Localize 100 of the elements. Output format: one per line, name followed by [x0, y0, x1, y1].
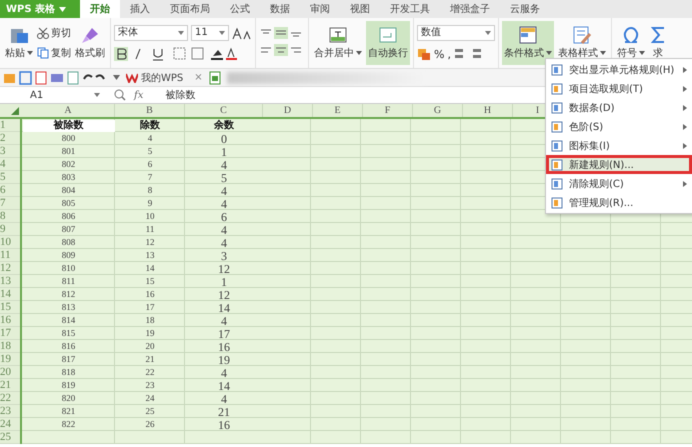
table-cell: 16 [218, 340, 230, 352]
menu-item[interactable]: 数据条(D) [546, 98, 692, 117]
table-pencil-icon [572, 26, 592, 44]
row-header[interactable]: 17 [0, 327, 20, 340]
row-header[interactable]: 12 [0, 262, 20, 275]
table-cell: 19 [218, 354, 230, 366]
number-format-field[interactable]: 数值 [417, 25, 495, 41]
merge-center-button[interactable]: 合并居中 [312, 21, 364, 65]
row-header[interactable]: 5 [0, 171, 20, 184]
row-header[interactable]: 22 [0, 392, 20, 405]
row-header[interactable]: 3 [0, 145, 20, 158]
row-header[interactable]: 24 [0, 418, 20, 431]
name-box[interactable]: A1 [0, 90, 106, 100]
ribbon-tab[interactable]: 公式 [220, 0, 260, 18]
table-cell: 21 [218, 406, 230, 418]
row-header[interactable]: 13 [0, 275, 20, 288]
table-cell: 16 [146, 289, 154, 300]
row-header[interactable]: 23 [0, 405, 20, 418]
row-header[interactable]: 10 [0, 236, 20, 249]
menu-item[interactable]: 新建规则(N)... [546, 155, 692, 174]
row-header[interactable]: 1 [0, 119, 20, 132]
column-header[interactable]: A [64, 105, 72, 116]
column-header[interactable]: D [284, 105, 292, 116]
row-header[interactable]: 8 [0, 210, 20, 223]
table-cell: 4 [221, 314, 227, 326]
column-header[interactable]: G [434, 105, 442, 116]
font-field[interactable]: 宋体 [114, 25, 188, 41]
column-header[interactable]: B [146, 105, 153, 116]
scissors-icon [37, 27, 49, 39]
caret-icon[interactable] [113, 75, 120, 80]
table-cell: 被除数 [22, 120, 114, 132]
ribbon-tab[interactable]: 增强盒子 [440, 0, 500, 18]
ribbon-tab[interactable]: 审阅 [300, 0, 340, 18]
table-cell: 3 [221, 250, 227, 262]
font-size-field[interactable]: 11 [191, 25, 229, 41]
table-cell: 810 [62, 263, 76, 274]
row-header[interactable]: 6 [0, 184, 20, 197]
table-cell: 5 [148, 146, 152, 157]
conditional-format-button[interactable]: 条件格式 [502, 21, 554, 65]
column-header[interactable]: I [536, 105, 540, 116]
function-label[interactable]: fx [134, 90, 144, 100]
ribbon-tab[interactable]: 云服务 [500, 0, 550, 18]
row-header[interactable]: 16 [0, 314, 20, 327]
percent-button[interactable]: % [434, 48, 444, 60]
caret-icon [178, 31, 184, 35]
table-cell: 20 [146, 341, 154, 352]
row-header[interactable]: 19 [0, 353, 20, 366]
table-cell: 805 [62, 198, 76, 209]
menu-item[interactable]: 色阶(S) [546, 117, 692, 136]
document-tab[interactable]: 我的WPS × [126, 70, 203, 84]
ribbon-tab[interactable]: 数据 [260, 0, 300, 18]
row-header[interactable]: 25 [0, 431, 20, 444]
table-cell: 816 [62, 341, 76, 352]
row-header[interactable]: 18 [0, 340, 20, 353]
row-header[interactable]: 14 [0, 288, 20, 301]
column-header[interactable]: C [220, 105, 227, 116]
column-header[interactable]: E [334, 105, 341, 116]
caret-icon [356, 51, 362, 55]
format-painter-button[interactable]: 格式刷 [73, 21, 107, 65]
table-cell: 26 [146, 419, 154, 430]
wrap-text-icon [378, 26, 398, 44]
table-cell: 15 [146, 276, 154, 287]
table-cell: 1 [221, 276, 227, 288]
menu-item[interactable]: 清除规则(C) [546, 174, 692, 193]
table-cell: 13 [146, 250, 154, 261]
row-header[interactable]: 2 [0, 132, 20, 145]
table-cell: 24 [146, 393, 154, 404]
row-header[interactable]: 7 [0, 197, 20, 210]
table-cell: 803 [62, 172, 76, 183]
ribbon-tab[interactable]: 页面布局 [160, 0, 220, 18]
wrap-text-button[interactable]: 自动换行 [366, 21, 410, 65]
row-header[interactable]: 20 [0, 366, 20, 379]
ribbon-tab[interactable]: 开始 [80, 0, 120, 18]
cut-button[interactable]: 剪切 [37, 26, 71, 40]
column-header[interactable]: F [384, 105, 390, 116]
ribbon-tab[interactable]: 视图 [340, 0, 380, 18]
caret-icon [59, 6, 66, 12]
row-header[interactable]: 4 [0, 158, 20, 171]
row-header[interactable]: 11 [0, 249, 20, 262]
row-header[interactable]: 21 [0, 379, 20, 392]
ribbon-tab[interactable]: 插入 [120, 0, 160, 18]
row-header[interactable]: 15 [0, 301, 20, 314]
table-cell: 813 [62, 302, 76, 313]
menu-item[interactable]: 管理规则(R)... [546, 193, 692, 212]
comma-button[interactable]: , [447, 48, 451, 60]
paste-button[interactable]: 粘贴 [3, 21, 35, 65]
row-header[interactable]: 9 [0, 223, 20, 236]
sigma-icon [651, 26, 665, 44]
table-cell: 4 [221, 198, 227, 210]
column-header[interactable]: H [484, 105, 492, 116]
table-cell: 17 [218, 328, 230, 340]
ribbon-tab[interactable]: 开发工具 [380, 0, 440, 18]
menu-item[interactable]: 图标集(I) [546, 136, 692, 155]
menu-item[interactable]: 项目选取规则(T) [546, 79, 692, 98]
copy-button[interactable]: 复制 [37, 46, 71, 60]
table-cell: 801 [62, 146, 76, 157]
select-all-icon[interactable] [11, 107, 19, 115]
formula-input[interactable]: 被除数 [151, 88, 196, 102]
table-cell: 19 [146, 328, 154, 339]
table-cell: 822 [62, 419, 76, 430]
